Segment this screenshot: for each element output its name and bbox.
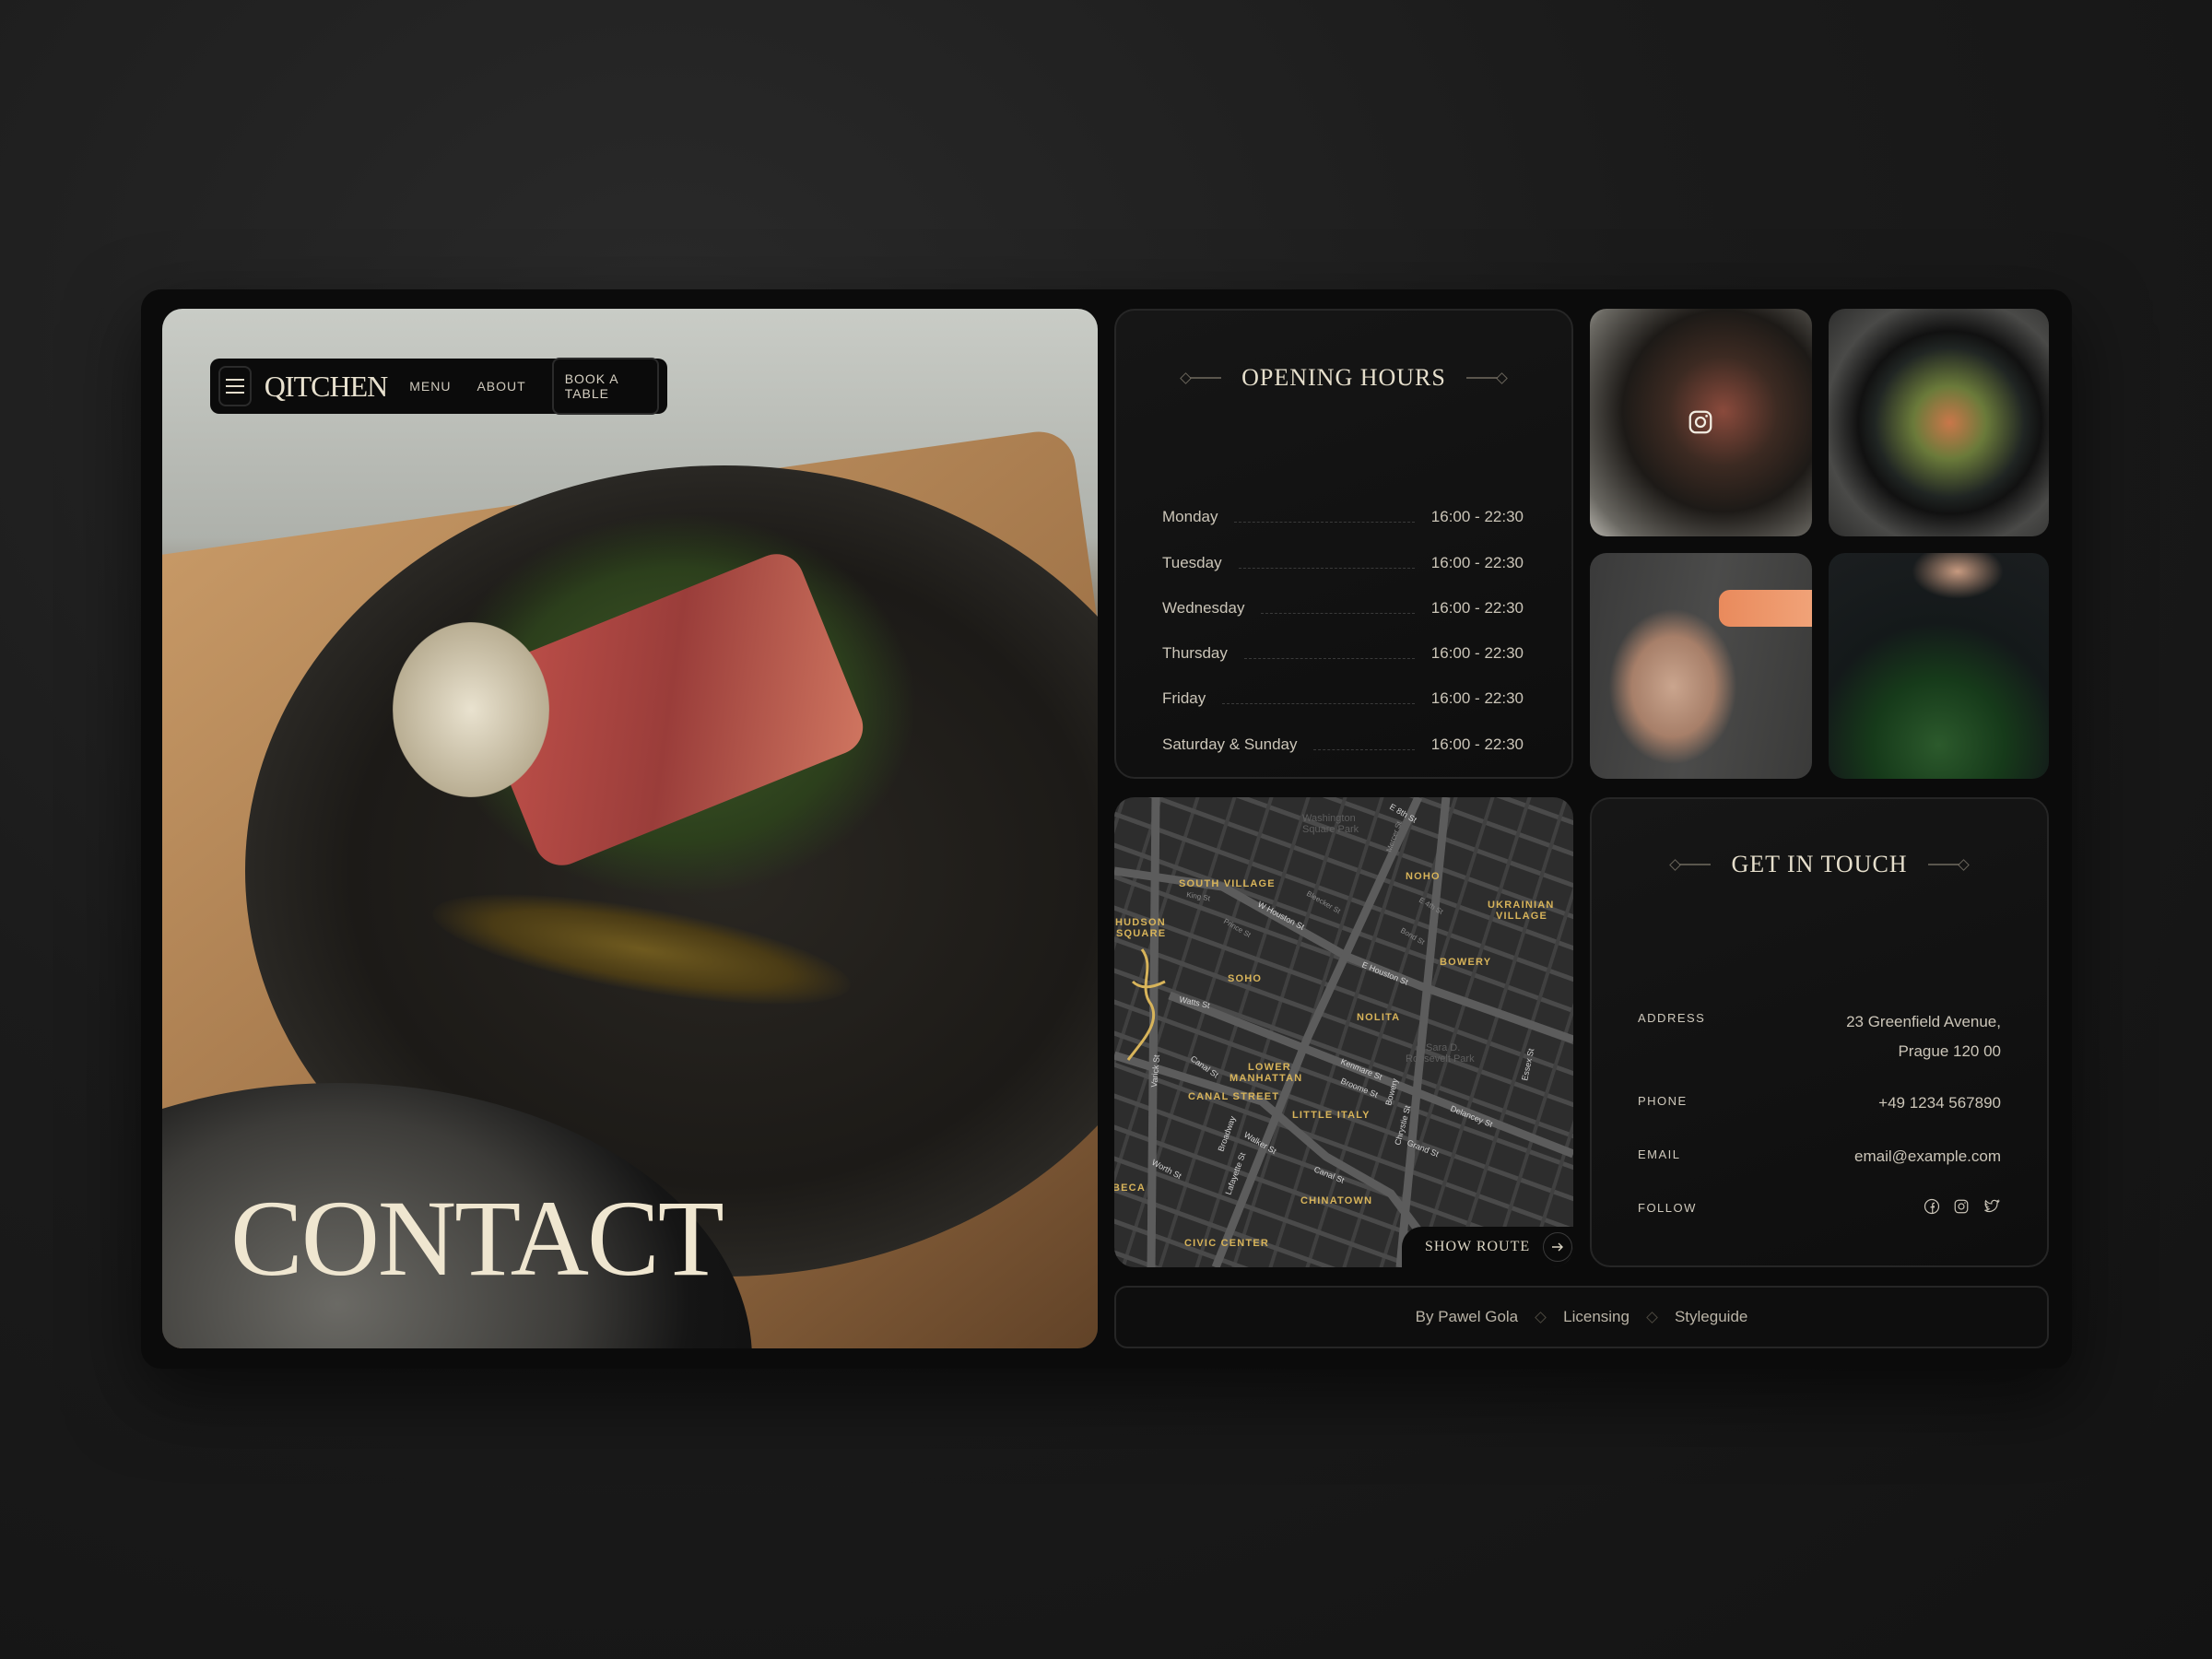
instagram-icon [1688, 410, 1712, 434]
instagram-icon[interactable] [1953, 1198, 1970, 1215]
facebook-icon[interactable] [1924, 1198, 1940, 1215]
ornament-left-icon [1180, 371, 1222, 384]
address-row: ADDRESS 23 Greenfield Avenue, Prague 120 … [1638, 1011, 2001, 1066]
gallery-photo-knife-salmon[interactable] [1590, 553, 1812, 779]
hands [1608, 608, 1737, 765]
hours-value: 16:00 - 22:30 [1430, 689, 1524, 708]
rice [393, 622, 549, 797]
address-line-2: Prague 120 00 [1898, 1042, 2001, 1060]
hours-row: Monday 16:00 - 22:30 [1162, 481, 1524, 526]
map-label: HUDSON [1115, 917, 1166, 928]
day-label: Friday [1162, 689, 1206, 708]
gallery-photo-instagram[interactable] [1590, 309, 1812, 536]
opening-hours-title: OPENING HOURS [1241, 364, 1446, 391]
get-in-touch-header: GET IN TOUCH [1592, 851, 2047, 878]
gallery-photo-edamame[interactable] [1829, 553, 2049, 779]
phone-row: PHONE +49 1234 567890 [1638, 1094, 2001, 1118]
place-label: Washington [1302, 813, 1356, 824]
map-label: NOHO [1406, 871, 1441, 882]
nav-link-about[interactable]: ABOUT [477, 379, 525, 394]
place-label: Square Park [1302, 824, 1359, 835]
hamburger-icon [225, 379, 244, 381]
address-value: 23 Greenfield Avenue, Prague 120 00 [1846, 1007, 2001, 1066]
top-nav: QITCHEN MENU ABOUT BOOK A TABLE [210, 358, 667, 415]
map-label: SOUTH VILLAGE [1179, 878, 1276, 889]
show-route-label: SHOW ROUTE [1425, 1239, 1531, 1254]
hours-value: 16:00 - 22:30 [1430, 553, 1524, 571]
hamburger-icon-line [225, 392, 244, 394]
page-title: CONTACT [230, 1178, 724, 1299]
menu-toggle-button[interactable] [218, 366, 252, 406]
map-canvas[interactable]: SOUTH VILLAGE HUDSON SQUARE SOHO NOHO UK… [1114, 797, 1573, 1267]
map-label: CIVIC CENTER [1184, 1238, 1269, 1249]
road-varick [1147, 797, 1160, 1267]
day-label: Monday [1162, 508, 1218, 526]
hero-image: QITCHEN MENU ABOUT BOOK A TABLE CONTACT [162, 309, 1098, 1348]
map-label: LITTLE ITALY [1292, 1110, 1371, 1121]
footer-link-licensing[interactable]: Licensing [1563, 1308, 1630, 1326]
hours-list: Monday 16:00 - 22:30 Tuesday 16:00 - 22:30… [1162, 481, 1524, 754]
map-label: SQUARE [1116, 928, 1166, 939]
hours-value: 16:00 - 22:30 [1430, 598, 1524, 617]
opening-hours-header: OPENING HOURS [1116, 364, 1571, 392]
map-label: MANHATTAN [1230, 1073, 1302, 1084]
logo[interactable]: QITCHEN [265, 370, 388, 404]
hamburger-icon-line [225, 385, 244, 387]
street-label: King St [1186, 890, 1212, 902]
footer-link-author[interactable]: By Pawel Gola [1416, 1308, 1519, 1326]
phone-label: PHONE [1638, 1094, 1688, 1108]
map[interactable]: SOUTH VILLAGE HUDSON SQUARE SOHO NOHO UK… [1114, 797, 1573, 1267]
address-line-1: 23 Greenfield Avenue, [1846, 1013, 2001, 1030]
map-label: CANAL STREET [1188, 1091, 1279, 1102]
fingers [1912, 553, 2004, 599]
map-label: CHINATOWN [1300, 1195, 1372, 1206]
email-label: EMAIL [1638, 1147, 1681, 1161]
day-label: Thursday [1162, 644, 1228, 663]
day-label: Wednesday [1162, 598, 1245, 617]
footer: By Pawel Gola Licensing Styleguide [1114, 1286, 2049, 1348]
show-route-button[interactable]: SHOW ROUTE [1402, 1227, 1573, 1267]
map-label: NOLITA [1357, 1012, 1400, 1023]
place-label: Sara D. [1426, 1042, 1460, 1053]
book-a-table-button[interactable]: BOOK A TABLE [551, 358, 659, 415]
map-label: LOWER [1248, 1062, 1291, 1073]
day-label: Tuesday [1162, 553, 1222, 571]
social-links [1924, 1198, 2001, 1215]
hours-value: 16:00 - 22:30 [1430, 644, 1524, 663]
ornament-right-icon [1465, 371, 1508, 384]
ornament-left-icon [1669, 858, 1712, 871]
map-label: SOHO [1228, 973, 1262, 984]
map-label: BECA [1114, 1182, 1146, 1194]
nav-link-menu[interactable]: MENU [409, 379, 451, 394]
hours-row: Tuesday 16:00 - 22:30 [1162, 526, 1524, 571]
follow-label: FOLLOW [1638, 1201, 1697, 1215]
hours-row: Saturday & Sunday 16:00 - 22:30 [1162, 708, 1524, 753]
ornament-right-icon [1927, 858, 1970, 871]
gallery-photo-salmon-bowl[interactable] [1829, 309, 2049, 536]
footer-link-styleguide[interactable]: Styleguide [1675, 1308, 1747, 1326]
phone-link[interactable]: +49 1234 567890 [1878, 1088, 2001, 1118]
hours-row: Wednesday 16:00 - 22:30 [1162, 572, 1524, 618]
diamond-separator-icon [1535, 1311, 1547, 1324]
arrow-right-icon [1543, 1232, 1573, 1262]
opening-hours-card: OPENING HOURS Monday 16:00 - 22:30 Tuesda… [1114, 309, 1573, 779]
map-label: VILLAGE [1496, 911, 1547, 922]
get-in-touch-card: GET IN TOUCH ADDRESS 23 Greenfield Avenu… [1590, 797, 2049, 1267]
hours-value: 16:00 - 22:30 [1430, 735, 1524, 753]
hours-value: 16:00 - 22:30 [1430, 508, 1524, 526]
diamond-separator-icon [1646, 1311, 1658, 1324]
follow-row: FOLLOW [1638, 1198, 2001, 1215]
map-label: UKRAINIAN [1488, 900, 1555, 911]
email-link[interactable]: email@example.com [1854, 1142, 2001, 1171]
hours-row: Thursday 16:00 - 22:30 [1162, 618, 1524, 663]
place-label: Roosevelt Park [1406, 1053, 1475, 1065]
address-label: ADDRESS [1638, 1011, 1706, 1025]
day-label: Saturday & Sunday [1162, 735, 1298, 753]
twitter-icon[interactable] [1983, 1198, 2001, 1215]
hours-row: Friday 16:00 - 22:30 [1162, 663, 1524, 708]
map-label: BOWERY [1440, 957, 1491, 968]
email-row: EMAIL email@example.com [1638, 1147, 2001, 1171]
get-in-touch-title: GET IN TOUCH [1731, 851, 1908, 877]
